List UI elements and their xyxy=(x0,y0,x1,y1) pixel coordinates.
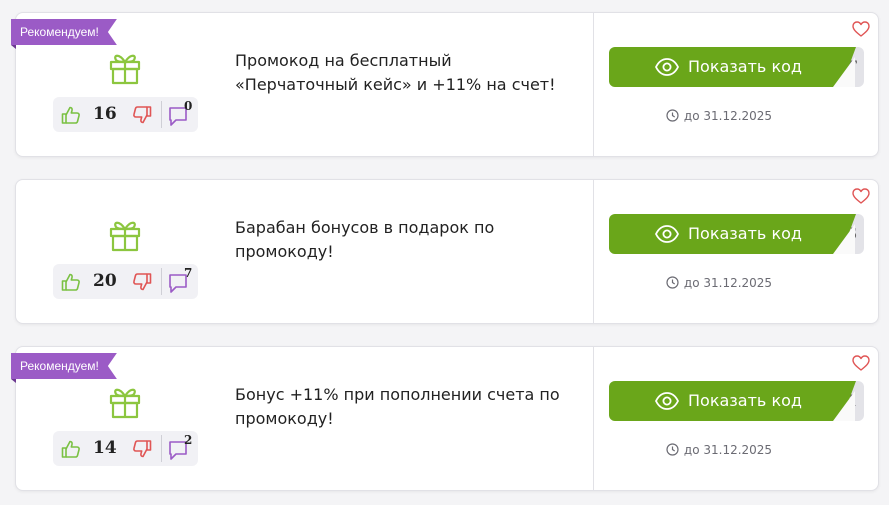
expiry-date: до 31.12.2025 xyxy=(609,276,829,290)
card-divider xyxy=(593,180,594,323)
show-code-label: Показать код xyxy=(688,391,802,410)
vote-divider xyxy=(161,101,162,128)
vote-panel: 20 7 xyxy=(53,264,198,299)
show-code-label: Показать код xyxy=(688,224,802,243)
thumb-up-icon[interactable] xyxy=(61,272,81,292)
recommended-badge: Рекомендуем! xyxy=(11,353,117,379)
expiry-text: до 31.12.2025 xyxy=(683,109,773,123)
comment-count: 7 xyxy=(184,266,193,280)
heart-icon[interactable] xyxy=(852,21,870,37)
offer-description: Промокод на бесплатный «Перчаточный кейс… xyxy=(235,51,556,94)
thumb-down-icon[interactable] xyxy=(132,439,152,459)
show-code-button[interactable]: Показать код xyxy=(609,214,856,254)
clock-icon xyxy=(666,276,679,289)
offer-card: Рекомендуем! 16 0 Промокод на бесплатный… xyxy=(11,12,879,157)
offer-card: 20 7 Барабан бонусов в подарок по промок… xyxy=(15,179,879,324)
ribbon-fold xyxy=(11,379,16,383)
expiry-date: до 31.12.2025 xyxy=(609,109,829,123)
gift-icon xyxy=(109,221,141,252)
card-divider xyxy=(593,347,594,490)
heart-icon[interactable] xyxy=(852,355,870,371)
clock-icon xyxy=(666,109,679,122)
expiry-date: до 31.12.2025 xyxy=(609,443,829,457)
show-code-label: Показать код xyxy=(688,57,802,76)
thumb-down-icon[interactable] xyxy=(132,272,152,292)
offer-description: Барабан бонусов в подарок по промокоду! xyxy=(235,218,495,261)
eye-icon xyxy=(655,392,679,410)
gift-icon xyxy=(109,54,141,85)
vote-divider xyxy=(161,435,162,462)
comment-count: 0 xyxy=(184,99,193,113)
gift-icon xyxy=(109,388,141,419)
vote-count: 16 xyxy=(93,104,117,124)
clock-icon xyxy=(666,443,679,456)
ribbon-fold xyxy=(11,45,16,49)
vote-count: 20 xyxy=(93,271,117,291)
offer-description: Бонус +11% при пополнении счета по промо… xyxy=(235,385,560,428)
recommended-badge: Рекомендуем! xyxy=(11,19,117,45)
vote-panel: 16 0 xyxy=(53,97,198,132)
thumb-up-icon[interactable] xyxy=(61,439,81,459)
thumb-up-icon[interactable] xyxy=(61,105,81,125)
eye-icon xyxy=(655,58,679,76)
show-code-button[interactable]: Показать код xyxy=(609,381,856,421)
comment-count: 2 xyxy=(184,433,193,447)
offer-card: Рекомендуем! 14 2 Бонус +11% при пополне… xyxy=(11,346,879,491)
vote-divider xyxy=(161,268,162,295)
vote-panel: 14 2 xyxy=(53,431,198,466)
show-code-button[interactable]: Показать код xyxy=(609,47,856,87)
expiry-text: до 31.12.2025 xyxy=(683,276,773,290)
heart-icon[interactable] xyxy=(852,188,870,204)
card-divider xyxy=(593,13,594,156)
expiry-text: до 31.12.2025 xyxy=(683,443,773,457)
eye-icon xyxy=(655,225,679,243)
thumb-down-icon[interactable] xyxy=(132,105,152,125)
vote-count: 14 xyxy=(93,438,117,458)
